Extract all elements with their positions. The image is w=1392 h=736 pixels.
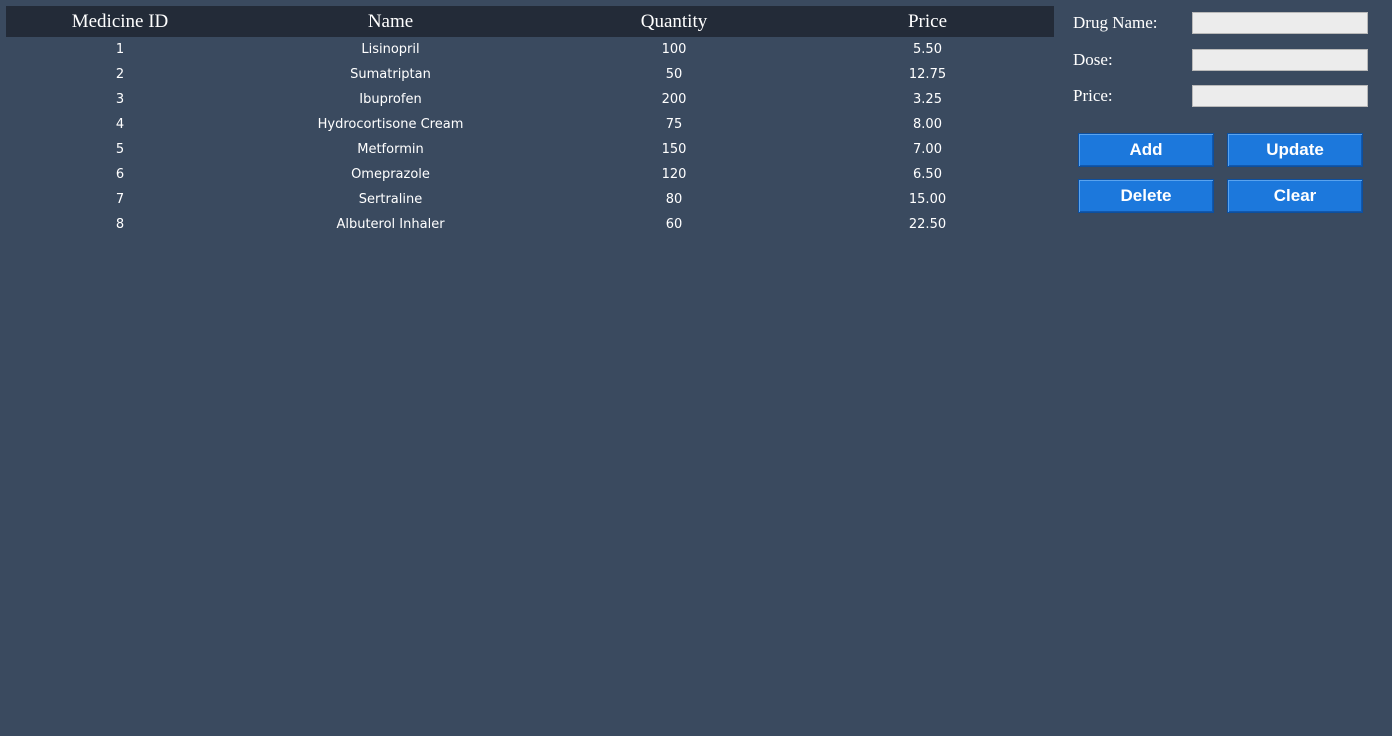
column-header-name[interactable]: Name bbox=[234, 6, 547, 37]
cell-price: 8.00 bbox=[913, 117, 942, 132]
table-row[interactable]: 4 Hydrocortisone Cream 75 8.00 bbox=[6, 112, 1054, 137]
medicine-table-container: Medicine ID Name Quantity Price 1 Lisino… bbox=[6, 6, 1054, 237]
cell-price: 15.00 bbox=[908, 192, 947, 207]
cell-price: 3.25 bbox=[913, 92, 942, 107]
cell-medicine-id: 2 bbox=[115, 67, 125, 82]
cell-medicine-id: 4 bbox=[115, 117, 125, 132]
cell-price: 6.50 bbox=[913, 167, 942, 182]
price-label: Price: bbox=[1073, 86, 1113, 105]
delete-button[interactable]: Delete bbox=[1078, 179, 1214, 213]
cell-quantity: 75 bbox=[665, 117, 683, 132]
update-button[interactable]: Update bbox=[1227, 133, 1363, 167]
cell-medicine-id: 1 bbox=[115, 42, 125, 57]
clear-button[interactable]: Clear bbox=[1227, 179, 1363, 213]
cell-price: 7.00 bbox=[913, 142, 942, 157]
cell-price: 5.50 bbox=[913, 42, 942, 57]
table-row[interactable]: 2 Sumatriptan 50 12.75 bbox=[6, 62, 1054, 87]
add-button[interactable]: Add bbox=[1078, 133, 1214, 167]
price-input[interactable] bbox=[1192, 85, 1368, 107]
column-header-price[interactable]: Price bbox=[801, 6, 1054, 37]
medicine-table: Medicine ID Name Quantity Price 1 Lisino… bbox=[6, 6, 1054, 237]
cell-medicine-id: 5 bbox=[115, 142, 125, 157]
drug-name-input[interactable] bbox=[1192, 12, 1368, 34]
table-row[interactable]: 1 Lisinopril 100 5.50 bbox=[6, 37, 1054, 62]
cell-name: Metformin bbox=[357, 142, 424, 157]
table-row[interactable]: 8 Albuterol Inhaler 60 22.50 bbox=[6, 212, 1054, 237]
cell-quantity: 200 bbox=[661, 92, 687, 107]
drug-name-label: Drug Name: bbox=[1073, 13, 1158, 32]
column-header-medicine-id[interactable]: Medicine ID bbox=[6, 6, 234, 37]
dose-label: Dose: bbox=[1073, 50, 1113, 69]
cell-medicine-id: 7 bbox=[115, 192, 125, 207]
cell-price: 12.75 bbox=[908, 67, 947, 82]
cell-name: Albuterol Inhaler bbox=[336, 217, 445, 232]
cell-quantity: 60 bbox=[665, 217, 683, 232]
cell-medicine-id: 8 bbox=[115, 217, 125, 232]
cell-medicine-id: 6 bbox=[115, 167, 125, 182]
cell-name: Sertraline bbox=[358, 192, 423, 207]
cell-name: Omeprazole bbox=[351, 167, 430, 182]
cell-medicine-id: 3 bbox=[115, 92, 125, 107]
table-row[interactable]: 6 Omeprazole 120 6.50 bbox=[6, 162, 1054, 187]
cell-quantity: 50 bbox=[665, 67, 683, 82]
cell-price: 22.50 bbox=[908, 217, 947, 232]
cell-quantity: 120 bbox=[661, 167, 687, 182]
cell-name: Lisinopril bbox=[361, 42, 420, 57]
cell-name: Hydrocortisone Cream bbox=[317, 117, 464, 132]
column-header-quantity[interactable]: Quantity bbox=[547, 6, 801, 37]
cell-quantity: 100 bbox=[661, 42, 687, 57]
table-header-row: Medicine ID Name Quantity Price bbox=[6, 6, 1054, 37]
cell-quantity: 80 bbox=[665, 192, 683, 207]
cell-name: Ibuprofen bbox=[359, 92, 422, 107]
cell-quantity: 150 bbox=[661, 142, 687, 157]
cell-name: Sumatriptan bbox=[350, 67, 431, 82]
table-header: Medicine ID Name Quantity Price bbox=[6, 6, 1054, 37]
table-body: 1 Lisinopril 100 5.50 2 Sumatriptan 50 1… bbox=[6, 37, 1054, 237]
table-row[interactable]: 5 Metformin 150 7.00 bbox=[6, 137, 1054, 162]
dose-input[interactable] bbox=[1192, 49, 1368, 71]
table-row[interactable]: 7 Sertraline 80 15.00 bbox=[6, 187, 1054, 212]
table-row[interactable]: 3 Ibuprofen 200 3.25 bbox=[6, 87, 1054, 112]
